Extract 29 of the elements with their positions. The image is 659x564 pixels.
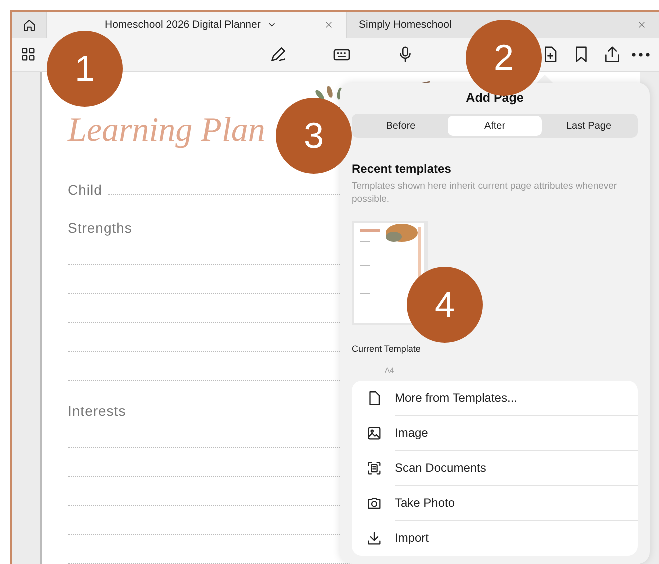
home-icon — [22, 18, 36, 33]
action-item[interactable]: Image — [366, 416, 638, 451]
tab-title: Simply Homeschool — [359, 19, 452, 32]
field-label: Interests — [68, 403, 126, 419]
more-button[interactable] — [632, 52, 650, 57]
document-tab[interactable]: Homeschool 2026 Digital Planner — [46, 12, 346, 38]
position-option[interactable]: After — [448, 116, 542, 136]
close-tab-button[interactable] — [324, 20, 334, 30]
section-title: Recent templates — [352, 162, 452, 176]
tab-title: Homeschool 2026 Digital Planner — [105, 19, 261, 32]
scan-icon — [366, 460, 383, 477]
template-name: Current Template — [352, 344, 422, 354]
field-label: Child — [68, 182, 102, 198]
position-option[interactable]: Last Page — [542, 116, 636, 136]
download-icon — [366, 530, 383, 547]
field-label: Strengths — [68, 220, 132, 236]
close-tab-button[interactable] — [637, 20, 647, 30]
image-icon — [366, 424, 383, 442]
action-item[interactable]: Scan Documents — [366, 450, 638, 486]
page-heading: Learning Plan — [68, 112, 266, 151]
hint-text: Templates shown here inherit current page attributes whenever possible. — [352, 181, 618, 207]
action-item[interactable]: More from Templates... — [366, 380, 638, 416]
grid-button[interactable] — [20, 46, 37, 64]
more-icon — [632, 52, 650, 57]
position-option[interactable]: Before — [354, 116, 448, 136]
action-item[interactable]: Import — [366, 520, 638, 556]
pen-button[interactable] — [269, 45, 288, 64]
share-button[interactable] — [603, 45, 622, 64]
action-item[interactable]: Take Photo — [366, 486, 638, 521]
